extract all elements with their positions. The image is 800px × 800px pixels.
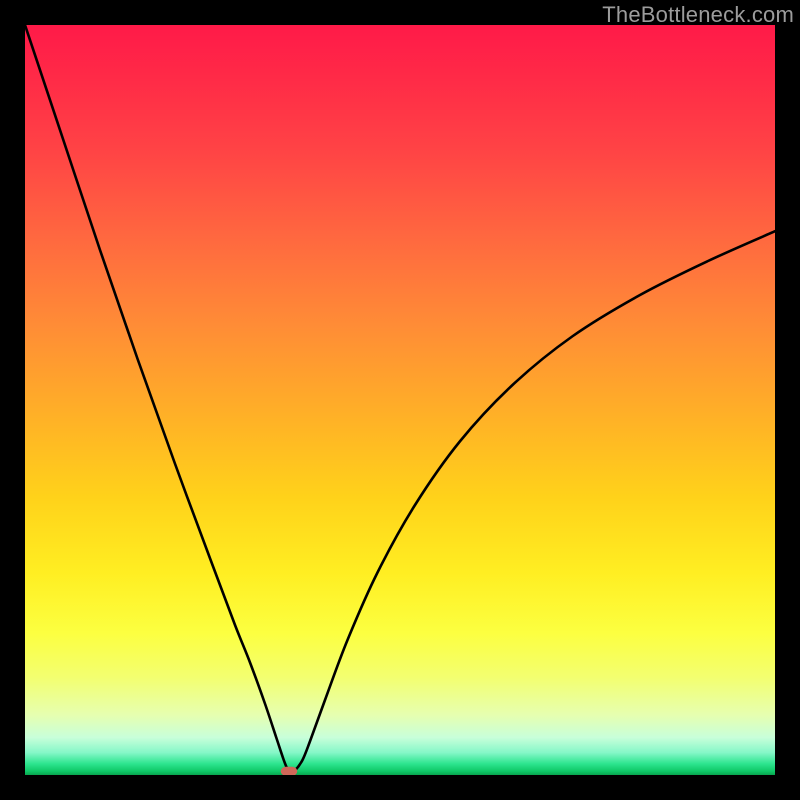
watermark-label: TheBottleneck.com [602,2,794,28]
chart-frame: TheBottleneck.com [0,0,800,800]
plot-area [25,25,775,775]
curve-path [25,25,775,772]
bottleneck-curve [25,25,775,772]
minimum-point-marker [281,767,298,775]
chart-svg [25,25,775,775]
minimum-marker [281,767,298,775]
